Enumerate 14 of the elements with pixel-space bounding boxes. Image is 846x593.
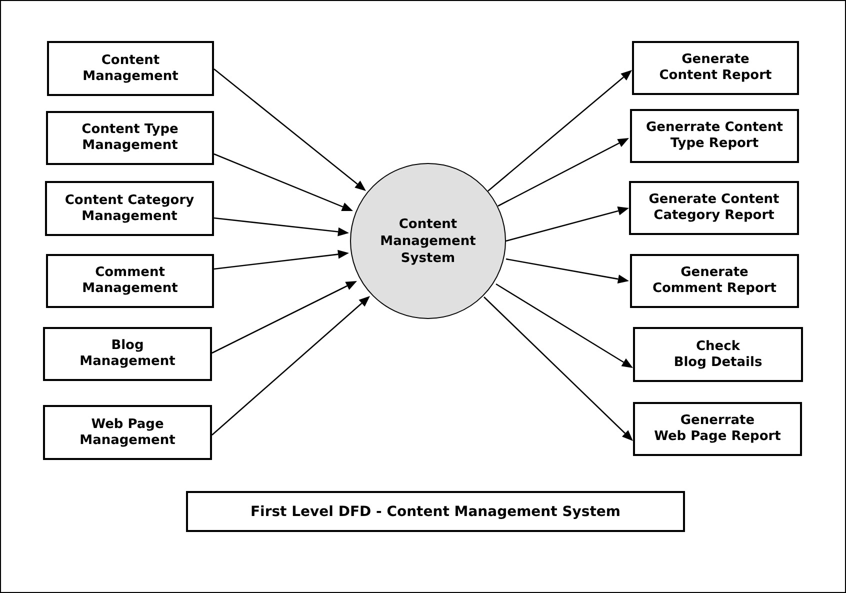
entity-box: Generate Content Report — [632, 41, 799, 95]
process-circle: Content Management System — [350, 163, 506, 319]
entity-box: Comment Management — [46, 254, 214, 308]
entity-box: Generrate Web Page Report — [633, 402, 802, 456]
entity-box: Blog Management — [43, 327, 212, 381]
entity-box: Generate Comment Report — [630, 254, 799, 308]
diagram-caption: First Level DFD - Content Management System — [186, 491, 685, 532]
entity-box: Content Category Management — [45, 181, 214, 236]
entity-box: Check Blog Details — [633, 327, 803, 382]
entity-box: Generrate Content Type Report — [630, 109, 799, 163]
entity-box: Web Page Management — [43, 405, 212, 460]
entity-box: Generate Content Category Report — [629, 181, 799, 235]
entity-box: Content Management — [47, 41, 214, 96]
entity-box: Content Type Management — [46, 111, 214, 165]
